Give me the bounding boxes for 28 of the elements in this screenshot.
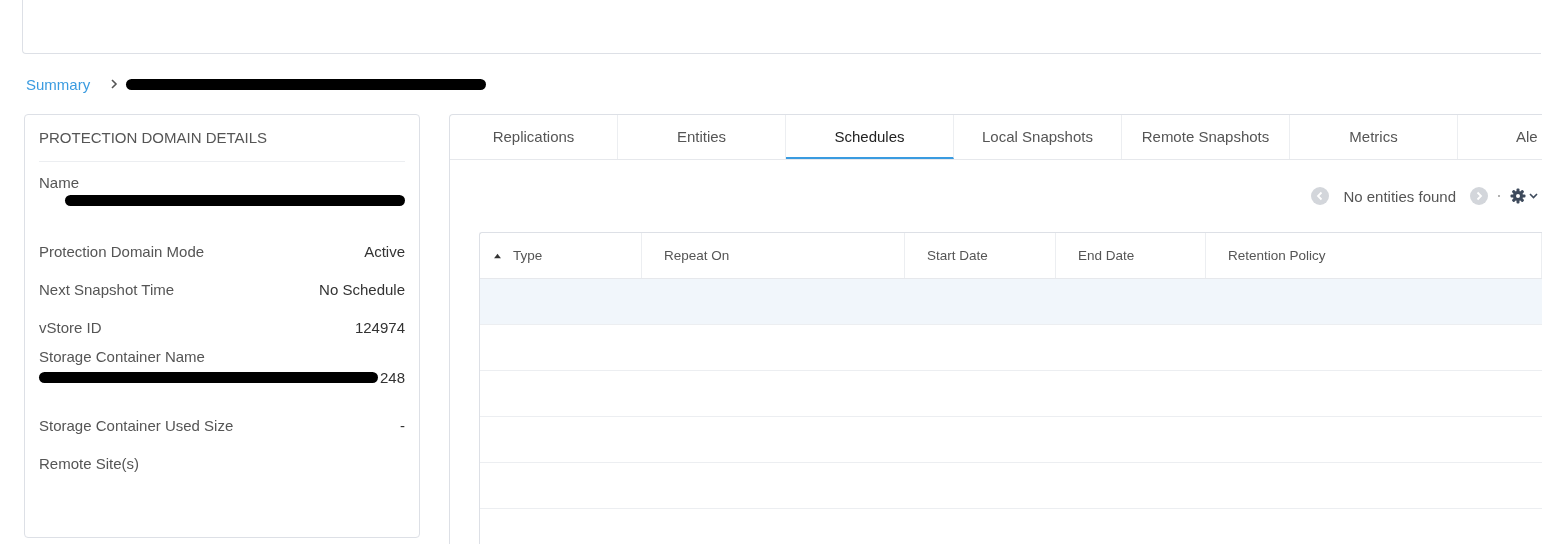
field-label: Remote Site(s)	[39, 454, 140, 472]
field-label: Protection Domain Mode	[39, 242, 205, 260]
tab[interactable]: Replications	[450, 115, 618, 159]
tab[interactable]: Local Snapshots	[954, 115, 1122, 159]
pager-text: No entities found	[1343, 187, 1456, 205]
field-label: vStore ID	[39, 318, 102, 336]
column-header[interactable]: End Date	[1070, 248, 1135, 263]
panel-title: PROTECTION DOMAIN DETAILS	[39, 115, 405, 162]
column-header[interactable]: Start Date	[919, 248, 988, 263]
tab[interactable]: Schedules	[786, 115, 954, 159]
field-value: No Schedule	[319, 280, 405, 298]
column-header[interactable]: Retention Policy	[1220, 248, 1326, 263]
column-header[interactable]: Type	[513, 248, 543, 263]
field-value: -	[400, 416, 405, 434]
field-label: Next Snapshot Time	[39, 280, 175, 298]
field-label: Name	[39, 174, 80, 191]
tab[interactable]: Ale	[1458, 115, 1542, 159]
chevron-icon	[110, 79, 119, 89]
field-value: 124974	[354, 318, 405, 336]
tab[interactable]: Metrics	[1290, 115, 1458, 159]
column-header[interactable]: Repeat On	[656, 248, 730, 263]
field-label: Storage Container Name	[39, 348, 206, 365]
tab[interactable]: Entities	[618, 115, 786, 159]
field-value-link[interactable]: 248	[379, 369, 405, 386]
tab[interactable]: Remote Snapshots	[1122, 115, 1290, 159]
settings-icon[interactable]	[1510, 188, 1540, 204]
field-value: Active	[364, 242, 405, 260]
field-label: Storage Container Used Size	[39, 416, 234, 434]
